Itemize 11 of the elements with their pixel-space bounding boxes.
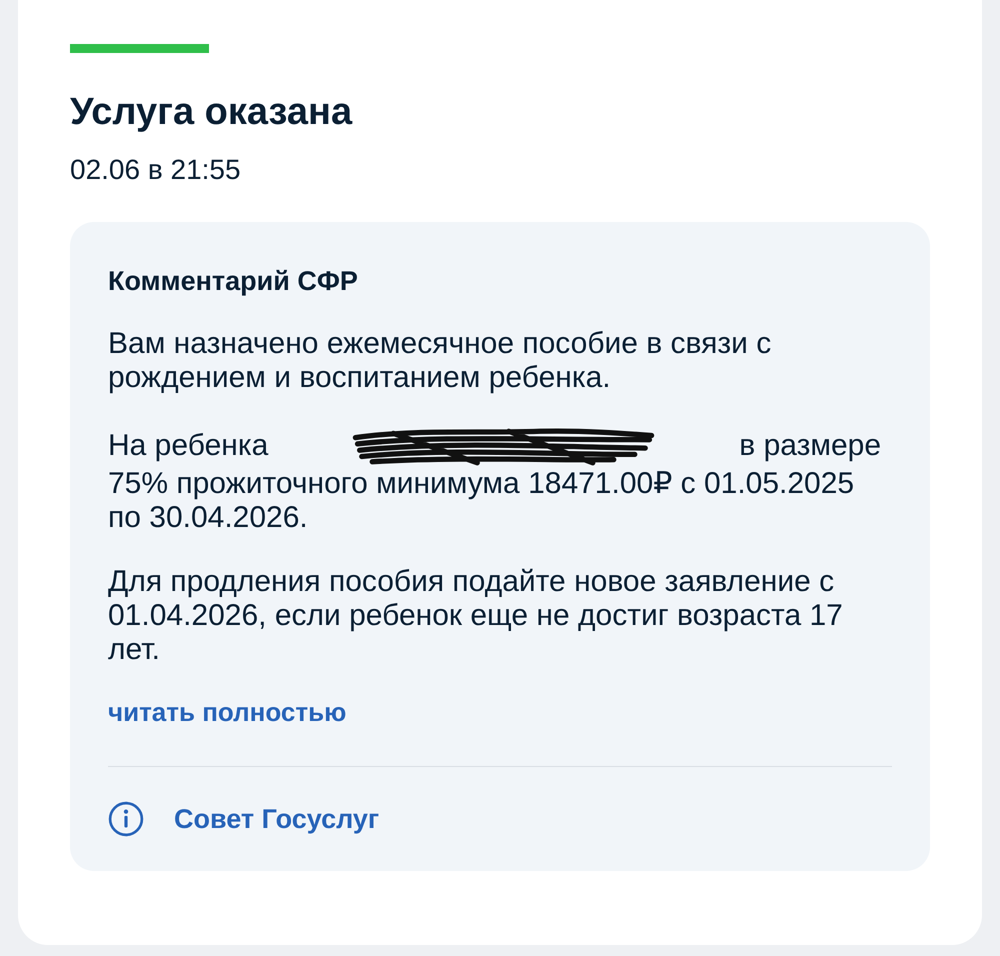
- status-date: 02.06 в 21:55: [70, 154, 242, 186]
- read-more-link[interactable]: читать полностью: [108, 697, 346, 728]
- comment-text: Вам назначено ежемесячное пособие в связи с рождением и воспитанием ребенка.: [108, 327, 772, 394]
- comment-text: Для продления пособия подайте новое заявление с 01.04.2026, если ребенок еще не достиг возраста 17 лет.: [108, 565, 843, 666]
- comment-heading: Комментарий СФР: [108, 266, 359, 297]
- info-icon: [108, 801, 144, 837]
- comment-text: 75% прожиточного минимума 18471.00₽ с 01.05.2025 по 30.04.2026.: [108, 467, 856, 535]
- comment-text: в размере: [739, 429, 882, 463]
- comment-text: На ребенка: [108, 429, 268, 463]
- tip-link[interactable]: Совет Госуслуг: [174, 804, 380, 834]
- status-title: Услуга оказана: [70, 91, 354, 134]
